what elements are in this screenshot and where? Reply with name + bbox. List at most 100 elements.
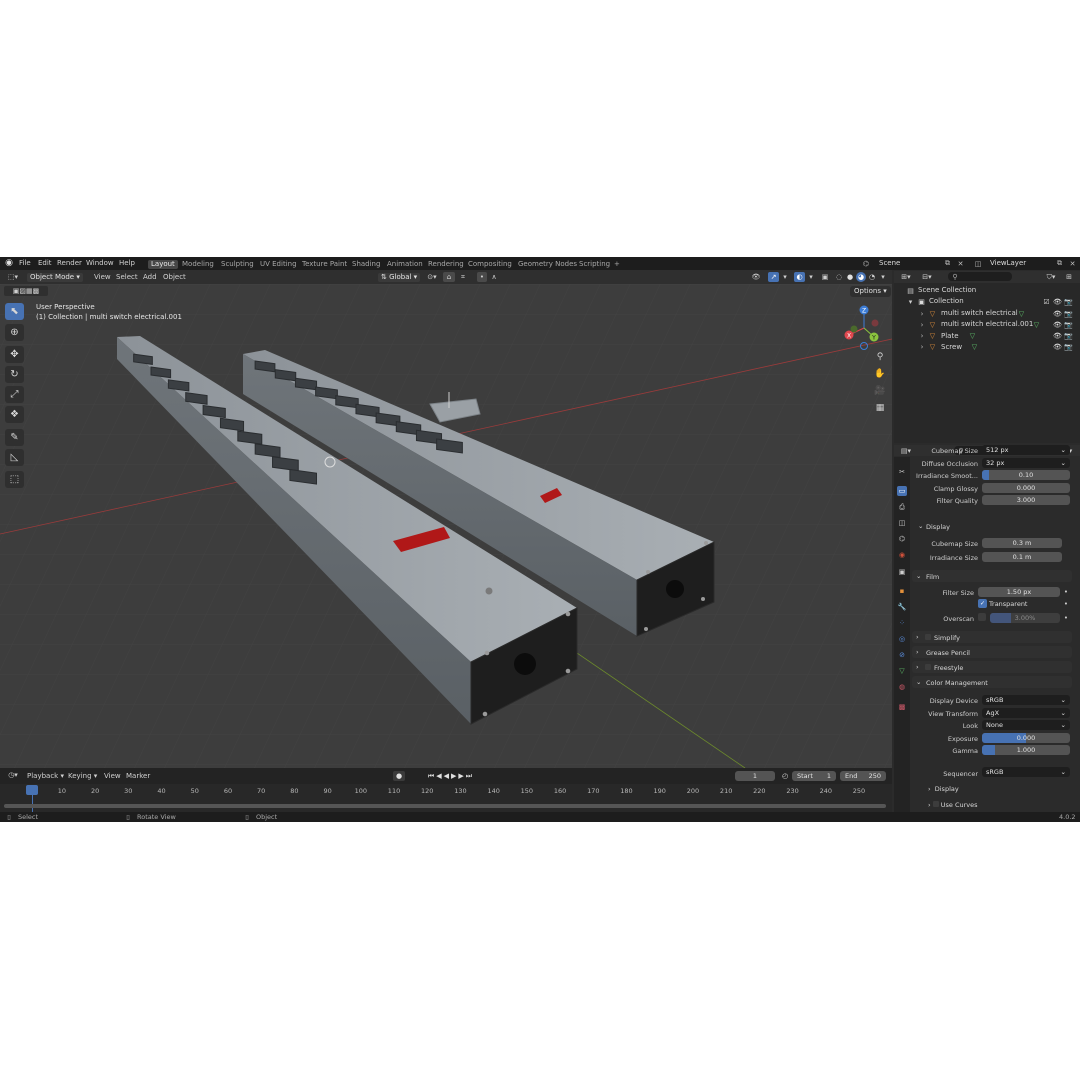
rendered-shading-icon[interactable]: ◔ <box>867 272 877 282</box>
measure-tool[interactable]: ◺ <box>5 449 24 466</box>
outliner-item-label[interactable]: Plate <box>941 332 959 340</box>
select-box-tool[interactable]: ⬉ <box>5 303 24 320</box>
render-camera-icon[interactable]: 📷 <box>1064 320 1073 329</box>
new-view-layer-icon[interactable]: ⧉ <box>1055 259 1064 268</box>
visibility-eye-icon[interactable]: 👁 <box>1053 309 1062 318</box>
overscan-checkbox[interactable] <box>978 613 986 621</box>
cursor-tool[interactable]: ⊕ <box>5 324 24 341</box>
keyframe-dot-icon[interactable]: • <box>1062 599 1070 609</box>
physics-tab-icon[interactable]: ◎ <box>897 634 907 644</box>
viewport-menu-view[interactable]: View <box>94 274 111 281</box>
rotate-tool[interactable]: ↻ <box>5 366 24 383</box>
scale-tool[interactable]: ⤢ <box>5 386 24 403</box>
menu-render[interactable]: Render <box>57 260 82 267</box>
add-cube-tool[interactable]: ⬚ <box>5 471 24 488</box>
start-frame-field[interactable]: Start 1 <box>792 771 836 781</box>
proportional-edit-icon[interactable]: • <box>477 272 487 282</box>
outliner-item[interactable]: › ▽ Plate ▽ 👁 📷 <box>894 331 1080 342</box>
property-field[interactable]: 512 px ⌄ <box>982 445 1070 455</box>
collection-tab-icon[interactable]: ▣ <box>897 567 907 577</box>
end-frame-field[interactable]: End 250 <box>840 771 886 781</box>
options-button[interactable]: Options ▾ <box>850 286 891 297</box>
freestyle-checkbox[interactable] <box>925 664 931 670</box>
tab-compositing[interactable]: Compositing <box>465 260 515 269</box>
property-field[interactable]: 3.000 <box>982 495 1070 505</box>
transform-tool[interactable]: ❖ <box>5 406 24 423</box>
particles-tab-icon[interactable]: ⁘ <box>897 618 907 628</box>
tab-scripting[interactable]: Scripting <box>576 260 613 269</box>
timeline[interactable]: ◷▾ Playback ▾ Keying ▾ View Marker ● ⏮◀◀… <box>0 768 892 812</box>
tab-animation[interactable]: Animation <box>384 260 426 269</box>
current-frame-field[interactable]: 1 <box>735 771 775 781</box>
annotate-tool[interactable]: ✎ <box>5 429 24 446</box>
tab-geometry-nodes[interactable]: Geometry Nodes <box>515 260 580 269</box>
outliner-item-label[interactable]: multi switch electrical.001 <box>941 321 1033 328</box>
object-tab-icon[interactable]: ▪ <box>897 586 907 596</box>
simplify-panel-header[interactable]: › Simplify <box>912 631 1072 643</box>
display-subpanel-2[interactable]: › Display <box>928 786 959 793</box>
gizmo-dropdown-icon[interactable]: ▾ <box>781 272 789 282</box>
playback-controls[interactable]: ⏮◀◀▶▶⏭ <box>419 771 483 781</box>
keyframe-dot-icon[interactable]: • <box>1062 613 1070 623</box>
modifier-tab-icon[interactable]: 🔧 <box>897 602 907 612</box>
property-field[interactable]: 0.10 <box>982 470 1070 480</box>
select-mode-icons[interactable]: ▣▨▦▩ <box>4 286 48 296</box>
tab-sculpting[interactable]: Sculpting <box>218 260 257 269</box>
visibility-icon[interactable]: 👁 <box>749 272 763 282</box>
timeline-menu-marker[interactable]: Marker <box>126 773 150 780</box>
record-icon[interactable]: ● <box>393 771 405 781</box>
visibility-eye-icon[interactable]: 👁 <box>1053 343 1062 352</box>
render-camera-icon[interactable]: 📷 <box>1064 332 1073 341</box>
3d-viewport[interactable]: ▣▨▦▩ ⬉ ⊕ ✥ ↻ ⤢ ❖ ✎ ◺ ⬚ User Perspective … <box>0 284 892 768</box>
data-tab-icon[interactable]: ▽ <box>897 666 907 676</box>
collection-expand-icon[interactable]: ▾ <box>906 297 915 306</box>
transform-orientation[interactable]: ⇅ Global ▾ <box>378 273 421 282</box>
outliner-item[interactable]: › ▽ multi switch electrical ▽ 👁 📷 <box>894 308 1080 319</box>
outliner[interactable]: ⊞▾ ⊟▾ ⚲ ⛉▾ ⊞ ▤ Scene Collection ▾ ▣ Coll… <box>894 271 1080 443</box>
blender-logo-icon[interactable]: ◉ <box>4 258 14 268</box>
property-field[interactable]: 0.000 <box>982 482 1070 493</box>
editor-type-icon[interactable]: ⬚▾ <box>5 272 21 282</box>
collection-checkbox-icon[interactable]: ☑ <box>1042 297 1051 306</box>
timeline-scrollbar[interactable] <box>4 804 886 808</box>
visibility-eye-icon[interactable]: 👁 <box>1053 332 1062 341</box>
material-tab-icon[interactable]: ◍ <box>897 682 907 692</box>
wireframe-shading-icon[interactable]: ◌ <box>834 272 844 282</box>
display-mode-icon[interactable]: ⊟▾ <box>920 272 934 282</box>
sequencer-select[interactable]: sRGB ⌄ <box>982 767 1070 777</box>
outliner-editor-icon[interactable]: ⊞▾ <box>899 272 913 282</box>
timeline-menu-keying[interactable]: Keying ▾ <box>68 773 97 780</box>
constraints-tab-icon[interactable]: ⊘ <box>897 650 907 660</box>
use-curves-checkbox[interactable] <box>932 801 939 807</box>
view-layer-icon[interactable]: ◫ <box>972 259 984 268</box>
delete-scene-icon[interactable]: ✕ <box>956 259 965 268</box>
overlays-toggle-icon[interactable]: ◐ <box>794 272 805 282</box>
mesh-data-icon[interactable]: ▽ <box>968 332 977 341</box>
menu-edit[interactable]: Edit <box>38 260 52 267</box>
material-preview-icon[interactable]: ◕ <box>856 272 866 282</box>
grid-view-icon[interactable]: ▦ <box>872 400 888 416</box>
property-field[interactable]: 0.3 m <box>982 538 1062 548</box>
new-scene-icon[interactable]: ⧉ <box>943 259 952 268</box>
snap-icon[interactable]: ⌂ <box>443 272 455 282</box>
film-panel-header[interactable]: ⌄ Film <box>912 570 1072 582</box>
playhead[interactable] <box>26 785 38 795</box>
property-field[interactable]: 0.000 <box>982 732 1070 743</box>
property-field[interactable]: AgX ⌄ <box>982 707 1070 718</box>
filter-size-field[interactable]: 1.50 px <box>978 587 1060 597</box>
solid-shading-icon[interactable]: ● <box>845 272 855 282</box>
viewport-menu-add[interactable]: Add <box>143 274 157 281</box>
outliner-search-input[interactable]: ⚲ <box>948 272 1012 281</box>
view-layer-tab-icon[interactable]: ◫ <box>897 518 907 528</box>
chevron-right-icon[interactable]: › <box>918 320 926 329</box>
mesh-data-icon[interactable]: ▽ <box>1032 320 1041 329</box>
properties-editor[interactable]: ▤▾ ⚲ ▾ ✂ ▭ ⎙ ◫ ⌬ ◉ ▣ ▪ 🔧 ⁘ ◎ ⊘ ▽ ◍ ▩ Cub… <box>894 445 1080 822</box>
outliner-item-label[interactable]: multi switch electrical <box>941 310 1018 317</box>
scene-collection-label[interactable]: Scene Collection <box>918 287 976 294</box>
collection-visibility-icon[interactable]: 👁 <box>1053 297 1062 306</box>
property-field[interactable]: 32 px ⌄ <box>982 457 1070 468</box>
render-camera-icon[interactable]: 📷 <box>1064 343 1073 352</box>
zoom-icon[interactable]: ⚲ <box>872 349 888 365</box>
outliner-item[interactable]: › ▽ multi switch electrical.001 ▽ 👁 📷 <box>894 319 1080 330</box>
menu-window[interactable]: Window <box>86 260 114 267</box>
